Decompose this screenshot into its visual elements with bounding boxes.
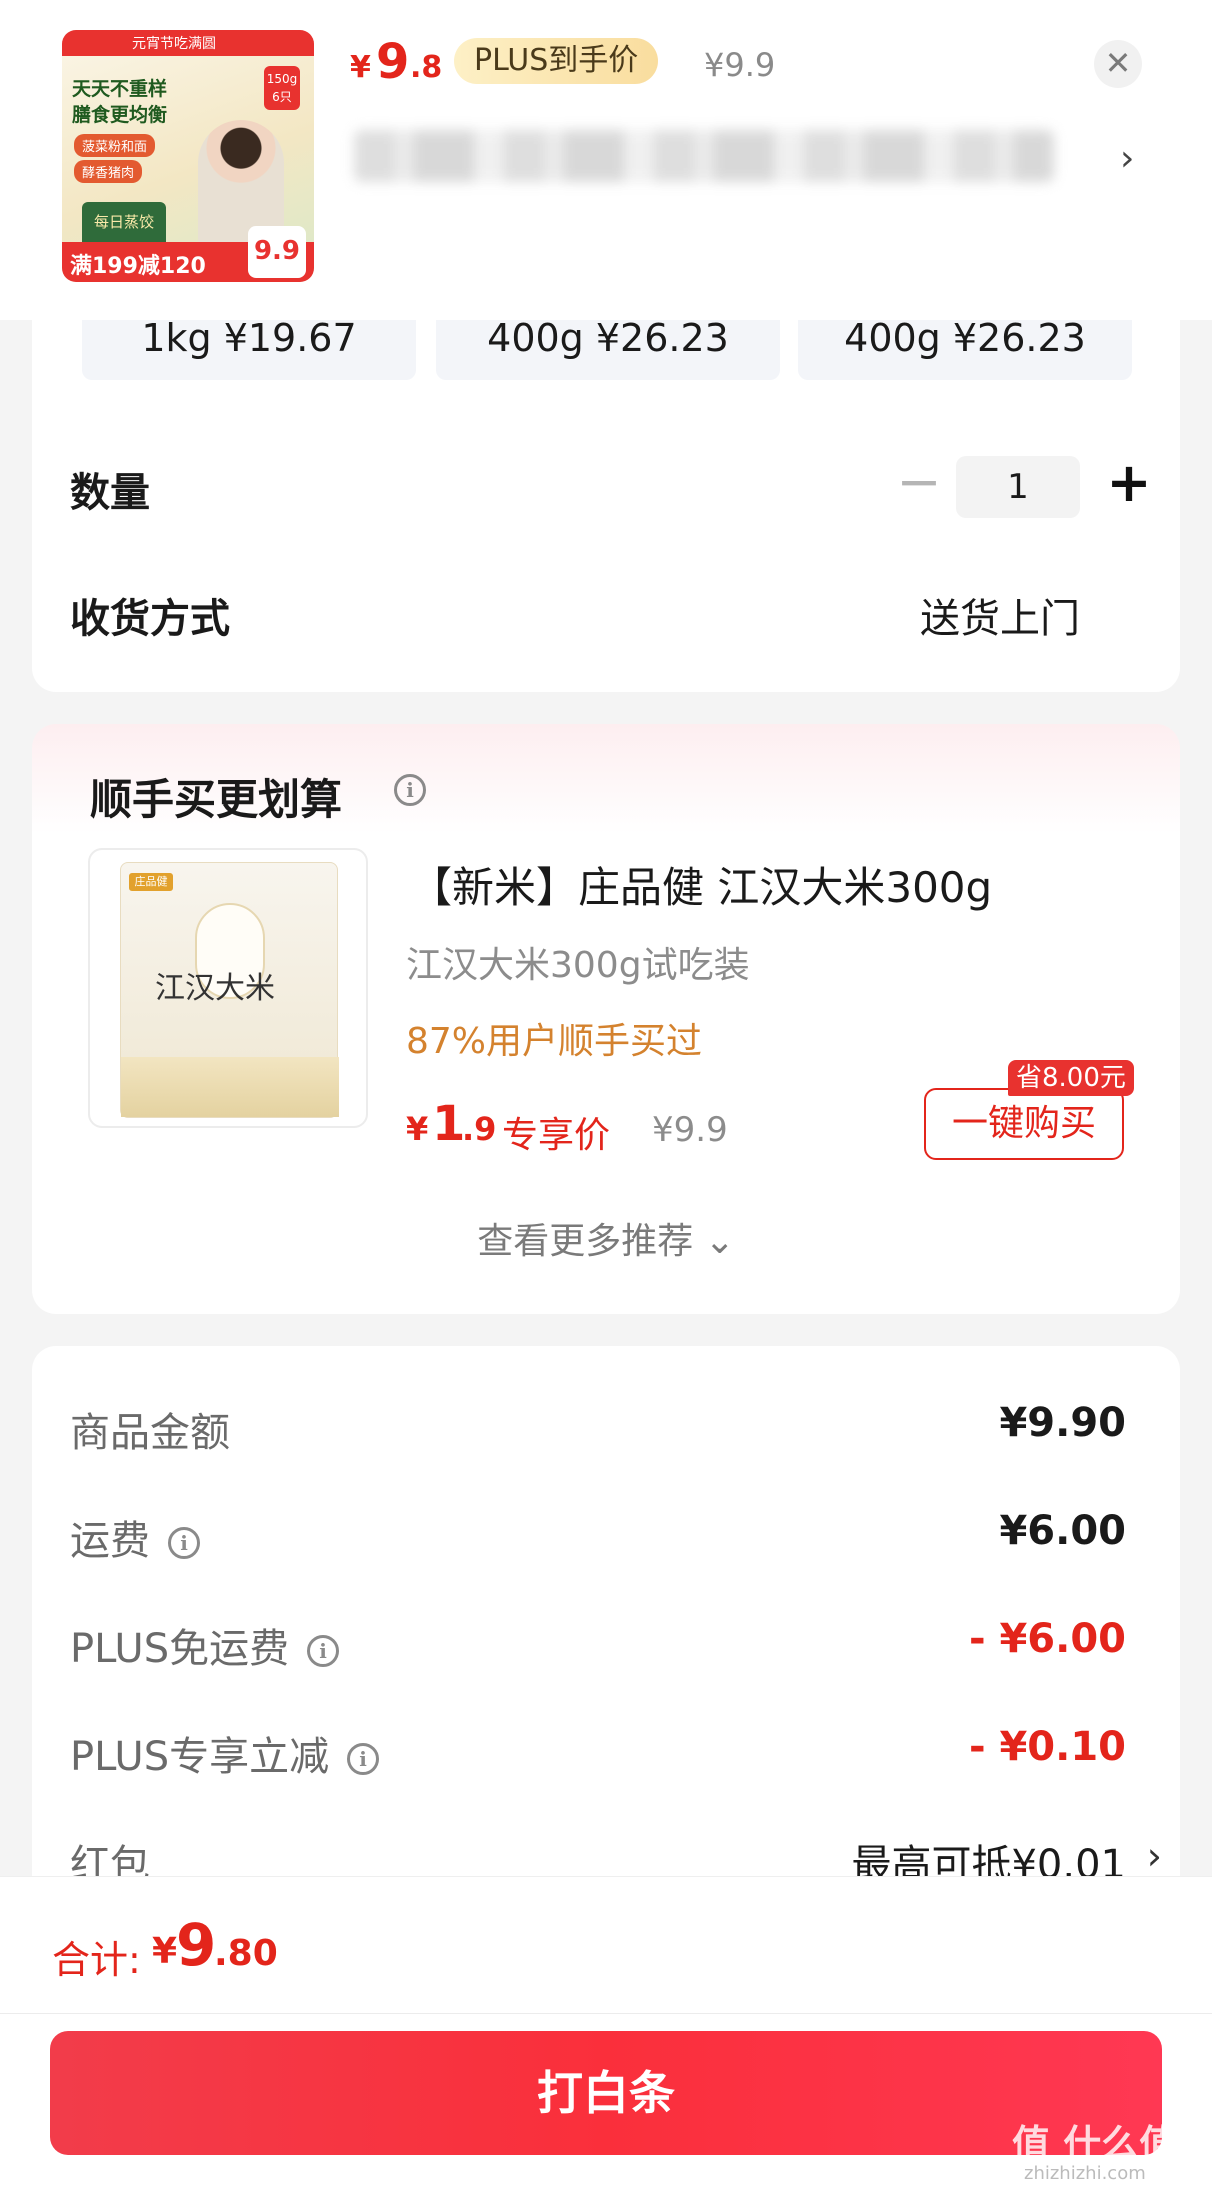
recommend-title: 顺手买更划算 <box>90 775 343 824</box>
selected-spec-blurred[interactable] <box>354 130 1054 182</box>
price-decimal: .8 <box>410 50 443 85</box>
quantity-minus-button[interactable]: − <box>894 455 944 512</box>
cost-label: 运费 i <box>70 1508 200 1566</box>
info-icon[interactable]: i <box>307 1635 340 1667</box>
chevron-right-icon[interactable]: › <box>1147 1834 1162 1878</box>
rice-bag-bottom <box>121 1057 339 1117</box>
delivery-method-value[interactable]: 送货上门 <box>920 586 1080 644</box>
close-icon: ✕ <box>1104 44 1132 82</box>
recommend-price-label: 专享价 <box>502 1115 611 1156</box>
divider <box>0 2013 1212 2014</box>
recommend-social-proof: 87%用户顺手买过 <box>406 1021 703 1062</box>
checkout-bar: 合计: ¥ 9 .80 打白条 值 什么值得买 zhizhizhi.com <box>0 1876 1212 2192</box>
cost-row-shipping: 运费 i ¥6.00 <box>32 1508 1180 1568</box>
quantity-label: 数量 <box>70 470 150 516</box>
recommend-product-name[interactable]: 【新米】庄品健 江汉大米300g <box>410 854 992 915</box>
save-amount-badge: 省8.00元 <box>1008 1060 1134 1096</box>
spec-quantity-card: 1kg ¥19.67 400g ¥26.23 400g ¥26.23 数量 − … <box>32 319 1180 692</box>
cost-row-plus-free-shipping: PLUS免运费 i - ¥6.00 <box>32 1616 1180 1676</box>
info-icon[interactable]: i <box>347 1743 380 1775</box>
cost-label: PLUS专享立减 i <box>70 1724 380 1782</box>
cost-summary-card: 商品金额 ¥9.90 运费 i ¥6.00 PLUS免运费 i - ¥6.00 PL… <box>32 1346 1180 1906</box>
product-header: 元宵节吃满圆 150g 6只 天天不重样 膳食更均衡 菠菜粉和面 酵香猪肉 每日… <box>0 0 1212 320</box>
recommend-price-decimal: .9 <box>462 1110 497 1148</box>
cost-label: 商品金额 <box>70 1410 230 1456</box>
thumb-weight-tag: 150g 6只 <box>264 66 300 110</box>
total-label: 合计: <box>52 1938 141 1982</box>
cost-row-goods: 商品金额 ¥9.90 <box>32 1400 1180 1460</box>
info-icon[interactable]: i <box>168 1527 200 1559</box>
cost-label-text: PLUS专享立减 <box>70 1734 330 1780</box>
chevron-right-icon[interactable]: › <box>1120 138 1134 179</box>
thumb-chip-2: 酵香猪肉 <box>74 160 143 183</box>
one-click-buy-button[interactable]: 一键购买 <box>924 1088 1124 1160</box>
close-button[interactable]: ✕ <box>1094 40 1142 88</box>
cost-label: PLUS免运费 i <box>70 1616 340 1674</box>
thumb-chip-1: 菠菜粉和面 <box>74 134 156 157</box>
more-recommendations-link[interactable]: 查看更多推荐 ⌄ <box>32 1212 1180 1264</box>
recommend-product-desc: 江汉大米300g试吃装 <box>406 945 750 986</box>
recommend-price-integer: 1 <box>432 1096 466 1152</box>
recommend-price-currency: ¥ <box>406 1110 429 1148</box>
thumb-brand: 元宵节吃满圆 <box>132 36 216 52</box>
rice-bag-logo: 庄品健 <box>129 873 173 891</box>
watermark-url: zhizhizhi.com <box>1024 2163 1146 2184</box>
cost-row-plus-discount: PLUS专享立减 i - ¥0.10 <box>32 1724 1180 1784</box>
cost-label-text: PLUS免运费 <box>70 1626 290 1672</box>
pay-baitiao-button[interactable]: 打白条 <box>50 2031 1162 2155</box>
rice-bag-image: 庄品健 江汉大米 <box>120 862 339 1118</box>
rice-bag-name: 江汉大米 <box>155 971 275 1006</box>
total-decimal: .80 <box>214 1933 278 1974</box>
plus-price-badge: PLUS到手价 <box>454 38 659 84</box>
total-integer: 9 <box>176 1911 217 1979</box>
recommend-product-image[interactable]: 庄品健 江汉大米 <box>88 848 368 1128</box>
total-currency: ¥ <box>152 1931 178 1972</box>
cost-value: ¥6.00 <box>999 1508 1126 1554</box>
spec-option-1[interactable]: 1kg ¥19.67 <box>82 319 416 380</box>
price-currency: ¥ <box>350 50 371 85</box>
original-price: ¥9.9 <box>704 46 776 84</box>
quantity-input[interactable]: 1 <box>956 456 1080 518</box>
thumb-slogan-2: 膳食更均衡 <box>72 104 168 126</box>
recommend-original-price: ¥9.9 <box>652 1110 728 1150</box>
thumb-promo-price: 9.9 <box>248 226 306 278</box>
quantity-plus-button[interactable]: + <box>1104 454 1154 514</box>
cost-label-text: 运费 <box>70 1518 150 1564</box>
delivery-method-label: 收货方式 <box>70 596 230 642</box>
recommend-card: 顺手买更划算 i 庄品健 江汉大米 【新米】庄品健 江汉大米300g 江汉大米3… <box>32 724 1180 1314</box>
thumb-slogan-1: 天天不重样 <box>72 78 168 100</box>
price-integer: 9 <box>376 34 410 90</box>
cost-value: ¥9.90 <box>999 1400 1126 1446</box>
spec-option-2[interactable]: 400g ¥26.23 <box>436 319 780 380</box>
info-icon[interactable]: i <box>394 774 426 806</box>
cost-value: - ¥6.00 <box>968 1616 1126 1662</box>
cost-value: - ¥0.10 <box>968 1724 1126 1770</box>
product-thumbnail[interactable]: 元宵节吃满圆 150g 6只 天天不重样 膳食更均衡 菠菜粉和面 酵香猪肉 每日… <box>62 30 314 282</box>
spec-option-3[interactable]: 400g ¥26.23 <box>798 319 1132 380</box>
